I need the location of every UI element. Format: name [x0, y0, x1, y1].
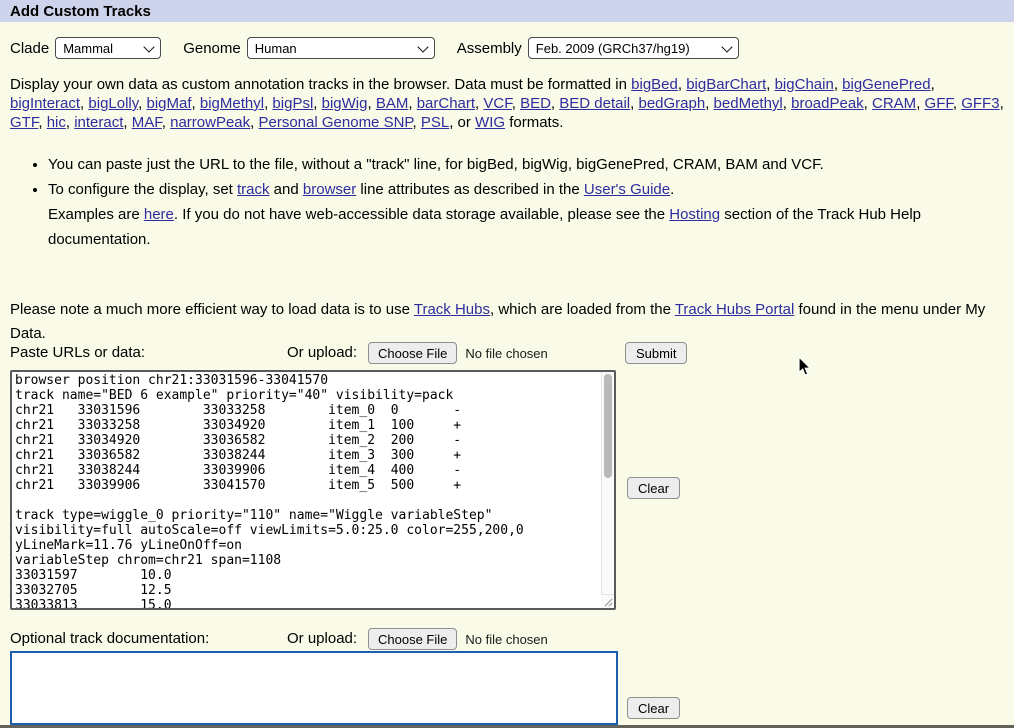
- genome-label: Genome: [183, 40, 241, 57]
- link-bed-detail[interactable]: BED detail: [559, 95, 630, 112]
- doc-textarea-focused[interactable]: [10, 651, 618, 725]
- link-gff[interactable]: GFF: [925, 95, 953, 112]
- link-vcf[interactable]: VCF: [483, 95, 511, 112]
- choose-file-button[interactable]: Choose File: [368, 342, 457, 364]
- link-wig[interactable]: WIG: [475, 114, 505, 131]
- link-browser[interactable]: browser: [303, 181, 356, 198]
- optional-doc-label: Optional track documentation:: [10, 630, 209, 647]
- data-file-input: Choose File No file chosen: [368, 342, 548, 364]
- list-item: You can paste just the URL to the file, …: [48, 152, 1006, 177]
- link-biginteract[interactable]: bigInteract: [10, 95, 80, 112]
- link-narrowpeak[interactable]: narrowPeak: [170, 114, 250, 131]
- page-title-bar: Add Custom Tracks: [0, 0, 1014, 22]
- link-biggenepred[interactable]: bigGenePred: [842, 76, 930, 93]
- genome-selection-row: Clade Mammal Genome Human Assembly Feb. …: [10, 37, 1006, 59]
- doc-file-input: Choose File No file chosen: [368, 628, 548, 650]
- assembly-select[interactable]: Feb. 2009 (GRCh37/hg19): [528, 37, 739, 59]
- link-barchart[interactable]: barChart: [417, 95, 475, 112]
- submit-button[interactable]: Submit: [625, 342, 687, 364]
- link-gff3[interactable]: GFF3: [961, 95, 999, 112]
- link-broadpeak[interactable]: broadPeak: [791, 95, 864, 112]
- link-track-hubs[interactable]: Track Hubs: [414, 301, 490, 318]
- clear-data-button[interactable]: Clear: [627, 477, 680, 499]
- link-biglolly[interactable]: bigLolly: [88, 95, 138, 112]
- link-bigbed[interactable]: bigBed: [631, 76, 678, 93]
- link-interact[interactable]: interact: [74, 114, 123, 131]
- custom-track-data-textarea[interactable]: browser position chr21:33031596-33041570…: [10, 370, 616, 610]
- link-hic[interactable]: hic: [47, 114, 66, 131]
- genome-select-value: Human: [255, 41, 297, 56]
- link-psl[interactable]: PSL: [421, 114, 449, 131]
- clade-select-value: Mammal: [63, 41, 113, 56]
- custom-track-data-text: browser position chr21:33031596-33041570…: [12, 372, 614, 608]
- add-custom-tracks-page: Add Custom Tracks Clade Mammal Genome Hu…: [0, 0, 1014, 728]
- link-bigmaf[interactable]: bigMaf: [147, 95, 192, 112]
- genome-field: Genome Human: [183, 37, 435, 59]
- list-item: To configure the display, set track and …: [48, 177, 1006, 252]
- link-here[interactable]: here: [144, 206, 174, 223]
- link-bed[interactable]: BED: [520, 95, 551, 112]
- choose-file-button[interactable]: Choose File: [368, 628, 457, 650]
- mouse-cursor: [797, 356, 811, 377]
- assembly-label: Assembly: [457, 40, 522, 57]
- link-hosting[interactable]: Hosting: [669, 206, 720, 223]
- link-track[interactable]: track: [237, 181, 270, 198]
- link-track-hubs-portal[interactable]: Track Hubs Portal: [675, 301, 794, 318]
- link-maf[interactable]: MAF: [132, 114, 162, 131]
- clade-field: Clade Mammal: [10, 37, 161, 59]
- top-content: Clade Mammal Genome Human Assembly Feb. …: [0, 22, 1014, 346]
- link-bedgraph[interactable]: bedGraph: [638, 95, 705, 112]
- chevron-down-icon: [417, 41, 428, 52]
- or-upload-label: Or upload:: [287, 344, 357, 361]
- notes-list: You can paste just the URL to the file, …: [10, 152, 1006, 252]
- track-hubs-note: Please note a much more efficient way to…: [10, 298, 998, 346]
- link-bigwig[interactable]: bigWig: [322, 95, 368, 112]
- genome-select[interactable]: Human: [247, 37, 435, 59]
- link-bam[interactable]: BAM: [376, 95, 409, 112]
- no-file-chosen-text: No file chosen: [465, 346, 547, 361]
- link-user-s-guide[interactable]: User's Guide: [584, 181, 670, 198]
- link-bigchain[interactable]: bigChain: [775, 76, 834, 93]
- link-bigmethyl[interactable]: bigMethyl: [200, 95, 264, 112]
- scrollbar-thumb[interactable]: [604, 374, 612, 478]
- assembly-select-value: Feb. 2009 (GRCh37/hg19): [536, 41, 690, 56]
- clear-doc-button[interactable]: Clear: [627, 697, 680, 719]
- link-bedmethyl[interactable]: bedMethyl: [714, 95, 783, 112]
- clade-select[interactable]: Mammal: [55, 37, 161, 59]
- chevron-down-icon: [144, 41, 155, 52]
- link-gtf[interactable]: GTF: [10, 114, 38, 131]
- link-cram[interactable]: CRAM: [872, 95, 916, 112]
- no-file-chosen-text: No file chosen: [465, 632, 547, 647]
- or-upload-label: Or upload:: [287, 630, 357, 647]
- textarea-scrollbar[interactable]: [601, 372, 614, 608]
- link-personal-genome-snp[interactable]: Personal Genome SNP: [259, 114, 413, 131]
- link-bigpsl[interactable]: bigPsl: [272, 95, 313, 112]
- page-title: Add Custom Tracks: [10, 3, 151, 20]
- link-bigbarchart[interactable]: bigBarChart: [686, 76, 766, 93]
- clade-label: Clade: [10, 40, 49, 57]
- resize-grip-icon[interactable]: [601, 594, 614, 608]
- assembly-field: Assembly Feb. 2009 (GRCh37/hg19): [457, 37, 739, 59]
- paste-urls-label: Paste URLs or data:: [10, 344, 145, 361]
- doc-textarea-text: [12, 653, 616, 657]
- chevron-down-icon: [721, 41, 732, 52]
- intro-paragraph: Display your own data as custom annotati…: [10, 75, 1010, 132]
